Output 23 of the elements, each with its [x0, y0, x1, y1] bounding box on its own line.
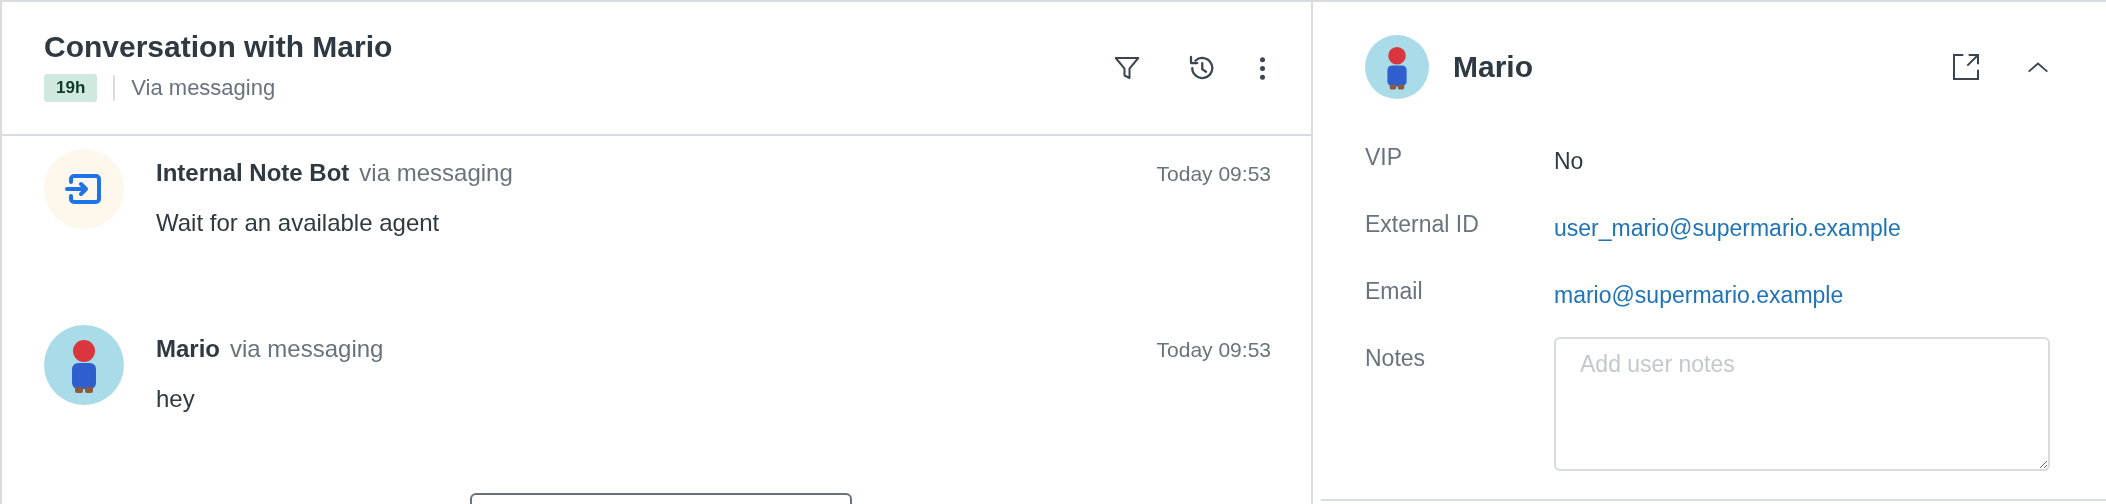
message-text: Wait for an available agent — [156, 209, 441, 237]
field-label: Email — [1365, 278, 1424, 305]
external-link-icon — [1950, 51, 1982, 83]
field-label: Notes — [1365, 345, 1427, 372]
channel-label: via messaging — [230, 335, 385, 363]
field-link[interactable]: mario@supermario.example — [1554, 282, 2050, 309]
message-time: Today 09:53 — [1156, 338, 1271, 362]
time-badge: 19h — [44, 74, 98, 102]
more-icon — [1260, 55, 1265, 81]
field-label: External ID — [1365, 211, 1480, 238]
profile-name: Mario — [1453, 50, 1534, 84]
field-value: No — [1554, 148, 1585, 175]
field-link[interactable]: user_mario@supermario.example — [1554, 215, 2050, 242]
notes-field[interactable]: Add user notes — [1554, 337, 2050, 471]
avatar — [1365, 35, 1429, 99]
channel-label: Via messaging — [131, 75, 276, 101]
message-time: Today 09:53 — [1156, 162, 1271, 186]
conversation-title: Conversation with Mario — [44, 30, 393, 64]
message-text: hey — [156, 385, 196, 413]
channel-label: via messaging — [359, 159, 514, 187]
field-label: VIP — [1365, 144, 1404, 171]
author-name: Mario — [156, 335, 220, 363]
author-name: Internal Note Bot — [156, 159, 350, 187]
